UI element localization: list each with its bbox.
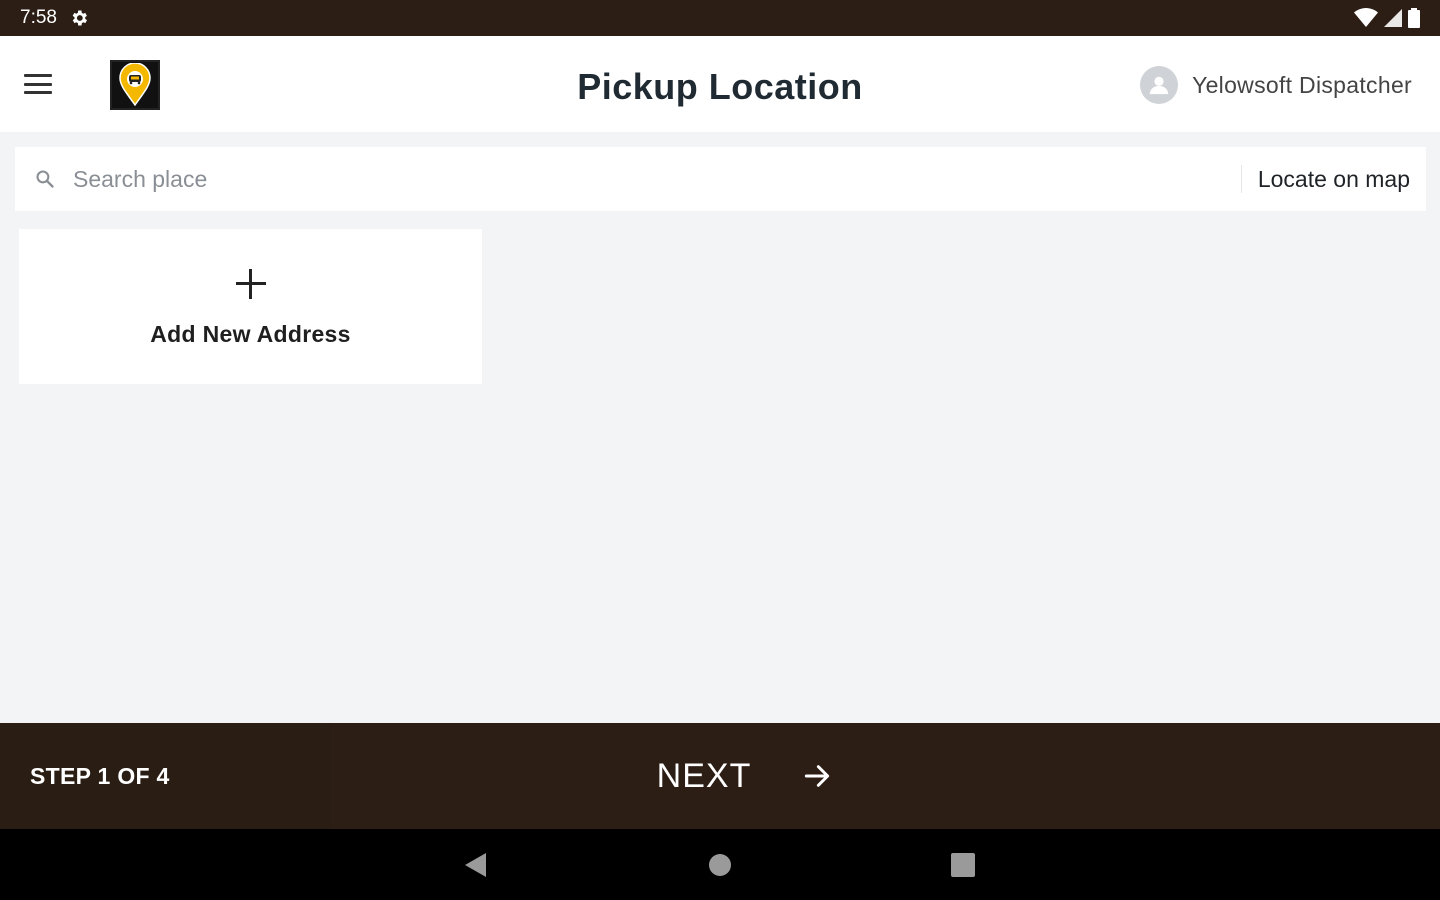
wifi-icon	[1354, 8, 1378, 27]
recents-icon[interactable]	[950, 851, 976, 879]
user-name: Yelowsoft Dispatcher	[1192, 71, 1412, 98]
next-button[interactable]: NEXT	[330, 723, 1440, 829]
bottom-step-bar: STEP 1 OF 4 NEXT	[0, 723, 1440, 829]
step-indicator: STEP 1 OF 4	[0, 723, 330, 829]
hamburger-menu-icon[interactable]	[22, 70, 54, 98]
arrow-right-icon	[805, 765, 830, 787]
search-icon	[33, 167, 57, 191]
settings-icon	[72, 10, 87, 26]
search-bar: Locate on map	[15, 147, 1426, 211]
plus-icon	[235, 269, 266, 299]
app-logo-icon	[110, 60, 160, 110]
search-input[interactable]	[57, 147, 1241, 211]
status-bar: 7:58	[0, 0, 1440, 36]
back-icon[interactable]	[462, 851, 488, 879]
status-time: 7:58	[20, 7, 57, 28]
next-label: NEXT	[656, 756, 752, 795]
avatar	[1140, 66, 1179, 104]
user-profile[interactable]: Yelowsoft Dispatcher	[1140, 66, 1412, 104]
home-icon[interactable]	[707, 851, 733, 879]
system-nav-bar	[0, 829, 1440, 900]
app-bar: Pickup Location Yelowsoft Dispatcher	[0, 36, 1440, 132]
user-icon	[1149, 76, 1169, 95]
add-new-address-label: Add New Address	[150, 321, 351, 347]
step-text: STEP 1 OF 4	[30, 762, 170, 789]
add-new-address-card[interactable]: Add New Address	[19, 229, 482, 384]
battery-icon	[1408, 8, 1420, 28]
signal-icon	[1384, 9, 1402, 27]
locate-on-map-button[interactable]: Locate on map	[1242, 166, 1426, 193]
